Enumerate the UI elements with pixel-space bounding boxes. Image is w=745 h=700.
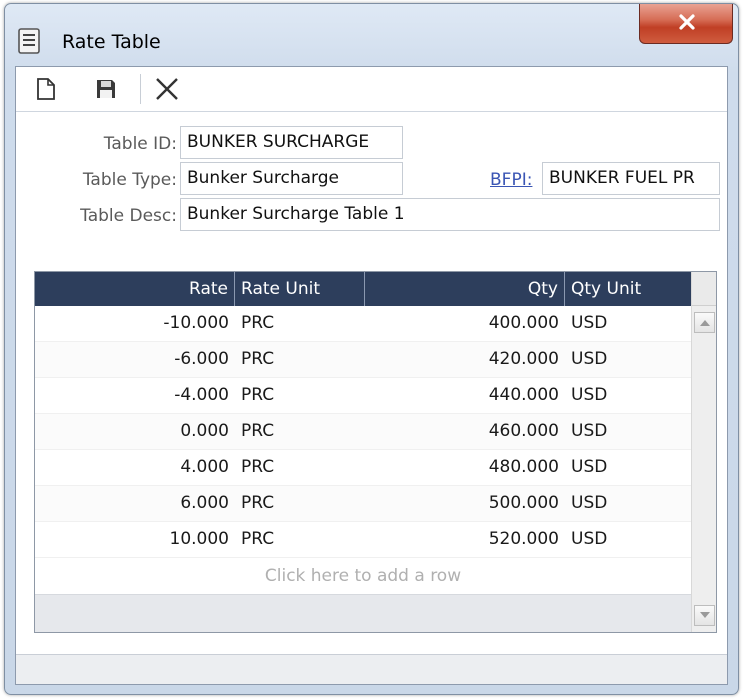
column-header-qty-unit[interactable]: Qty Unit: [565, 272, 691, 306]
qty-unit-cell[interactable]: USD: [565, 378, 691, 413]
table-row[interactable]: -10.000 PRC 400.000 USD: [35, 306, 691, 342]
qty-cell[interactable]: 440.000: [365, 378, 565, 413]
grid-header: Rate Rate Unit Qty Qty Unit: [35, 272, 691, 306]
scroll-down-button[interactable]: [694, 605, 715, 626]
rate-unit-cell[interactable]: PRC: [235, 378, 365, 413]
client-area: Table ID: BUNKER SURCHARGE Table Type: B…: [15, 66, 728, 685]
table-desc-label: Table Desc:: [80, 206, 177, 226]
rate-unit-cell[interactable]: PRC: [235, 522, 365, 557]
scroll-up-button[interactable]: [694, 312, 715, 333]
rate-unit-cell[interactable]: PRC: [235, 414, 365, 449]
close-x-icon: [679, 14, 695, 30]
rate-cell[interactable]: 6.000: [35, 486, 235, 521]
qty-unit-cell[interactable]: USD: [565, 414, 691, 449]
qty-cell[interactable]: 520.000: [365, 522, 565, 557]
bfpi-field[interactable]: BUNKER FUEL PR: [542, 162, 720, 195]
table-row[interactable]: 10.000 PRC 520.000 USD: [35, 522, 691, 558]
document-list-icon: [16, 27, 44, 55]
add-row-button[interactable]: Click here to add a row: [35, 558, 691, 594]
close-button[interactable]: [639, 4, 733, 44]
table-desc-field[interactable]: Bunker Surcharge Table 1: [180, 198, 720, 231]
table-type-field[interactable]: Bunker Surcharge: [180, 162, 403, 195]
column-header-qty[interactable]: Qty: [365, 272, 565, 306]
qty-unit-cell[interactable]: USD: [565, 306, 691, 341]
arrow-down-icon: [700, 612, 710, 618]
rate-unit-cell[interactable]: PRC: [235, 342, 365, 377]
table-row[interactable]: 6.000 PRC 500.000 USD: [35, 486, 691, 522]
qty-cell[interactable]: 420.000: [365, 342, 565, 377]
rate-cell[interactable]: -4.000: [35, 378, 235, 413]
status-bar: [16, 654, 727, 684]
rate-cell[interactable]: -6.000: [35, 342, 235, 377]
rate-unit-cell[interactable]: PRC: [235, 450, 365, 485]
toolbar-separator: [140, 74, 141, 104]
rate-cell[interactable]: 0.000: [35, 414, 235, 449]
rate-cell[interactable]: 4.000: [35, 450, 235, 485]
window-title: Rate Table: [62, 31, 161, 53]
vertical-scrollbar[interactable]: [691, 272, 716, 632]
bfpi-link[interactable]: BFPI:: [490, 170, 532, 190]
rate-table-window: Rate Table Table ID: BUNKER SURCHARGE Ta…: [4, 3, 739, 695]
arrow-up-icon: [700, 320, 710, 326]
delete-x-icon[interactable]: [153, 75, 181, 103]
qty-cell[interactable]: 480.000: [365, 450, 565, 485]
grid-footer: [35, 594, 691, 632]
toolbar: [16, 67, 727, 112]
qty-unit-cell[interactable]: USD: [565, 342, 691, 377]
table-row[interactable]: -6.000 PRC 420.000 USD: [35, 342, 691, 378]
qty-cell[interactable]: 500.000: [365, 486, 565, 521]
scrollbar-header-corner: [692, 272, 716, 306]
qty-cell[interactable]: 460.000: [365, 414, 565, 449]
column-header-rate-unit[interactable]: Rate Unit: [235, 272, 365, 306]
qty-unit-cell[interactable]: USD: [565, 486, 691, 521]
table-type-label: Table Type:: [82, 170, 177, 190]
table-row[interactable]: -4.000 PRC 440.000 USD: [35, 378, 691, 414]
table-id-field[interactable]: BUNKER SURCHARGE: [180, 126, 403, 159]
column-header-rate[interactable]: Rate: [35, 272, 235, 306]
new-document-icon[interactable]: [32, 75, 60, 103]
qty-unit-cell[interactable]: USD: [565, 522, 691, 557]
table-row[interactable]: 0.000 PRC 460.000 USD: [35, 414, 691, 450]
rate-cell[interactable]: -10.000: [35, 306, 235, 341]
rate-unit-cell[interactable]: PRC: [235, 486, 365, 521]
qty-unit-cell[interactable]: USD: [565, 450, 691, 485]
rate-cell[interactable]: 10.000: [35, 522, 235, 557]
rate-unit-cell[interactable]: PRC: [235, 306, 365, 341]
title-bar[interactable]: Rate Table: [5, 4, 738, 66]
rate-grid: Rate Rate Unit Qty Qty Unit -10.000 PRC …: [34, 271, 717, 633]
save-disk-icon[interactable]: [92, 75, 120, 103]
table-id-label: Table ID:: [103, 134, 177, 154]
qty-cell[interactable]: 400.000: [365, 306, 565, 341]
table-row[interactable]: 4.000 PRC 480.000 USD: [35, 450, 691, 486]
